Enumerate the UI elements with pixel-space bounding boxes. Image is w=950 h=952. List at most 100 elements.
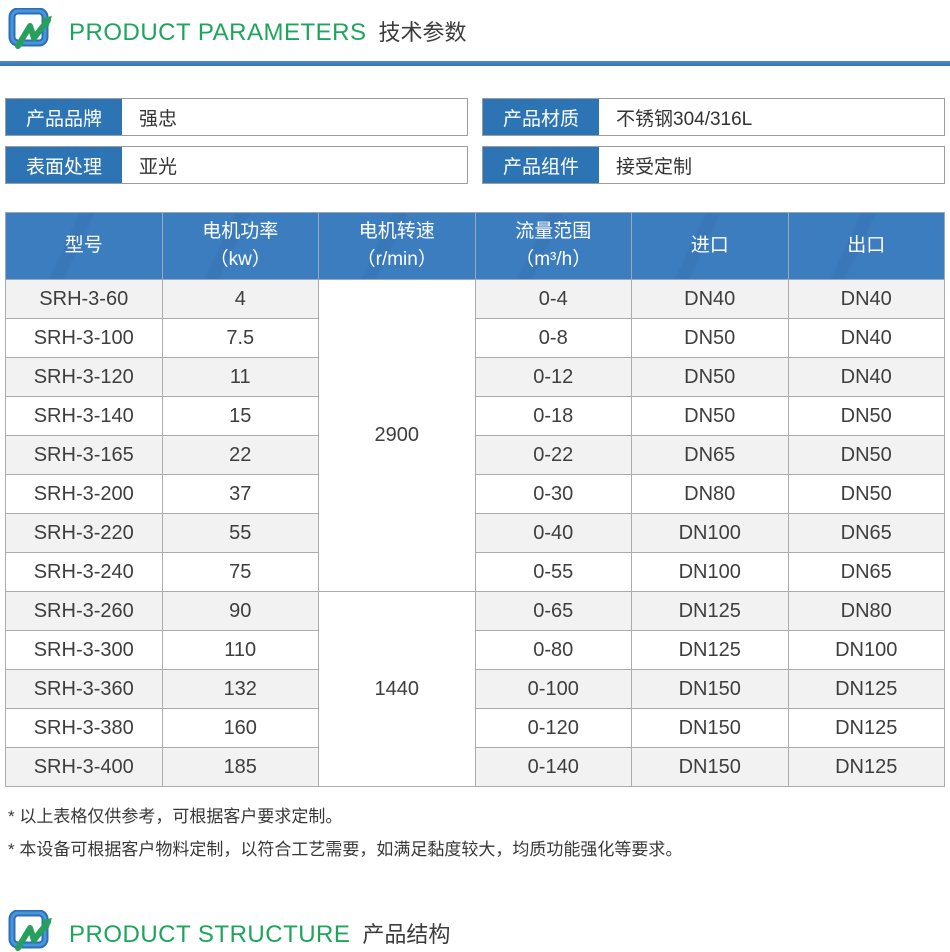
table-row: SRH-3-240 75 0-55 DN100 DN65 xyxy=(6,553,945,592)
cell-speed-group: 2900 xyxy=(319,280,476,592)
cell-model: SRH-3-400 xyxy=(6,748,163,787)
param-value: 接受定制 xyxy=(599,147,944,183)
section-divider xyxy=(0,61,950,66)
cell-outlet: DN50 xyxy=(788,436,945,475)
cell-flow: 0-22 xyxy=(475,436,632,475)
cell-power: 4 xyxy=(162,280,319,319)
cell-inlet: DN150 xyxy=(632,670,789,709)
col-header-power: 电机功率（kw） xyxy=(162,213,319,280)
table-row: SRH-3-165 22 0-22 DN65 DN50 xyxy=(6,436,945,475)
param-label: 产品组件 xyxy=(483,147,599,183)
table-row: SRH-3-220 55 0-40 DN100 DN65 xyxy=(6,514,945,553)
col-header-inlet: 进口 xyxy=(632,213,789,280)
cell-power: 15 xyxy=(162,397,319,436)
param-box-material: 产品材质 不锈钢304/316L xyxy=(482,98,945,136)
param-value: 强忠 xyxy=(122,99,467,135)
product-structure-header: PRODUCT STRUCTURE 产品结构 xyxy=(0,902,950,952)
table-row: SRH-3-120 11 0-12 DN50 DN40 xyxy=(6,358,945,397)
col-header-model: 型号 xyxy=(6,213,163,280)
param-label: 产品品牌 xyxy=(6,99,122,135)
cell-flow: 0-100 xyxy=(475,670,632,709)
cell-power: 11 xyxy=(162,358,319,397)
cell-model: SRH-3-165 xyxy=(6,436,163,475)
cell-power: 132 xyxy=(162,670,319,709)
cell-outlet: DN40 xyxy=(788,358,945,397)
cell-inlet: DN100 xyxy=(632,553,789,592)
cell-flow: 0-120 xyxy=(475,709,632,748)
brand-logo-icon xyxy=(8,910,56,952)
cell-flow: 0-40 xyxy=(475,514,632,553)
table-row: SRH-3-300 110 0-80 DN125 DN100 xyxy=(6,631,945,670)
param-value: 亚光 xyxy=(122,147,467,183)
cell-model: SRH-3-120 xyxy=(6,358,163,397)
cell-inlet: DN100 xyxy=(632,514,789,553)
cell-inlet: DN50 xyxy=(632,397,789,436)
cell-outlet: DN65 xyxy=(788,514,945,553)
cell-flow: 0-55 xyxy=(475,553,632,592)
cell-outlet: DN125 xyxy=(788,748,945,787)
section-title-en: PRODUCT PARAMETERS xyxy=(69,19,366,47)
cell-model: SRH-3-300 xyxy=(6,631,163,670)
brand-logo-icon xyxy=(8,8,56,54)
cell-inlet: DN50 xyxy=(632,358,789,397)
cell-model: SRH-3-140 xyxy=(6,397,163,436)
cell-model: SRH-3-100 xyxy=(6,319,163,358)
table-row: SRH-3-380 160 0-120 DN150 DN125 xyxy=(6,709,945,748)
cell-outlet: DN125 xyxy=(788,670,945,709)
cell-flow: 0-65 xyxy=(475,592,632,631)
param-box-brand: 产品品牌 强忠 xyxy=(5,98,468,136)
footnote: * 以上表格仅供参考，可根据客户要求定制。 xyxy=(8,800,950,833)
table-row: SRH-3-360 132 0-100 DN150 DN125 xyxy=(6,670,945,709)
cell-inlet: DN150 xyxy=(632,709,789,748)
param-label: 表面处理 xyxy=(6,147,122,183)
col-header-outlet: 出口 xyxy=(788,213,945,280)
param-label: 产品材质 xyxy=(483,99,599,135)
cell-power: 22 xyxy=(162,436,319,475)
cell-inlet: DN40 xyxy=(632,280,789,319)
cell-outlet: DN100 xyxy=(788,631,945,670)
section-title-en: PRODUCT STRUCTURE xyxy=(69,921,350,949)
cell-model: SRH-3-380 xyxy=(6,709,163,748)
cell-model: SRH-3-240 xyxy=(6,553,163,592)
table-row: SRH-3-60 4 2900 0-4 DN40 DN40 xyxy=(6,280,945,319)
cell-model: SRH-3-60 xyxy=(6,280,163,319)
table-row: SRH-3-100 7.5 0-8 DN50 DN40 xyxy=(6,319,945,358)
cell-speed-group: 1440 xyxy=(319,592,476,787)
cell-outlet: DN80 xyxy=(788,592,945,631)
cell-power: 110 xyxy=(162,631,319,670)
cell-model: SRH-3-200 xyxy=(6,475,163,514)
cell-inlet: DN65 xyxy=(632,436,789,475)
cell-outlet: DN40 xyxy=(788,319,945,358)
footnotes: * 以上表格仅供参考，可根据客户要求定制。 * 本设备可根据客户物料定制，以符合… xyxy=(8,800,950,866)
col-header-flow: 流量范围（m³/h） xyxy=(475,213,632,280)
cell-power: 75 xyxy=(162,553,319,592)
cell-outlet: DN50 xyxy=(788,397,945,436)
section-title-zh: 技术参数 xyxy=(378,15,466,47)
section-title-zh: 产品结构 xyxy=(362,917,450,949)
cell-power: 37 xyxy=(162,475,319,514)
cell-power: 160 xyxy=(162,709,319,748)
cell-power: 55 xyxy=(162,514,319,553)
table-row: SRH-3-200 37 0-30 DN80 DN50 xyxy=(6,475,945,514)
col-header-speed: 电机转速（r/min） xyxy=(319,213,476,280)
cell-flow: 0-4 xyxy=(475,280,632,319)
cell-model: SRH-3-360 xyxy=(6,670,163,709)
cell-flow: 0-140 xyxy=(475,748,632,787)
footnote: * 本设备可根据客户物料定制，以符合工艺需要，如满足黏度较大，均质功能强化等要求… xyxy=(8,833,950,866)
product-parameters-header: PRODUCT PARAMETERS 技术参数 xyxy=(0,0,950,54)
cell-inlet: DN80 xyxy=(632,475,789,514)
cell-outlet: DN40 xyxy=(788,280,945,319)
cell-outlet: DN50 xyxy=(788,475,945,514)
cell-power: 7.5 xyxy=(162,319,319,358)
cell-model: SRH-3-260 xyxy=(6,592,163,631)
table-row: SRH-3-260 90 1440 0-65 DN125 DN80 xyxy=(6,592,945,631)
cell-inlet: DN125 xyxy=(632,631,789,670)
spec-table: 型号 电机功率（kw） 电机转速（r/min） 流量范围（m³/h） 进口 出口… xyxy=(5,212,945,787)
cell-flow: 0-12 xyxy=(475,358,632,397)
cell-outlet: DN125 xyxy=(788,709,945,748)
cell-flow: 0-80 xyxy=(475,631,632,670)
cell-outlet: DN65 xyxy=(788,553,945,592)
table-row: SRH-3-400 185 0-140 DN150 DN125 xyxy=(6,748,945,787)
cell-model: SRH-3-220 xyxy=(6,514,163,553)
cell-flow: 0-30 xyxy=(475,475,632,514)
